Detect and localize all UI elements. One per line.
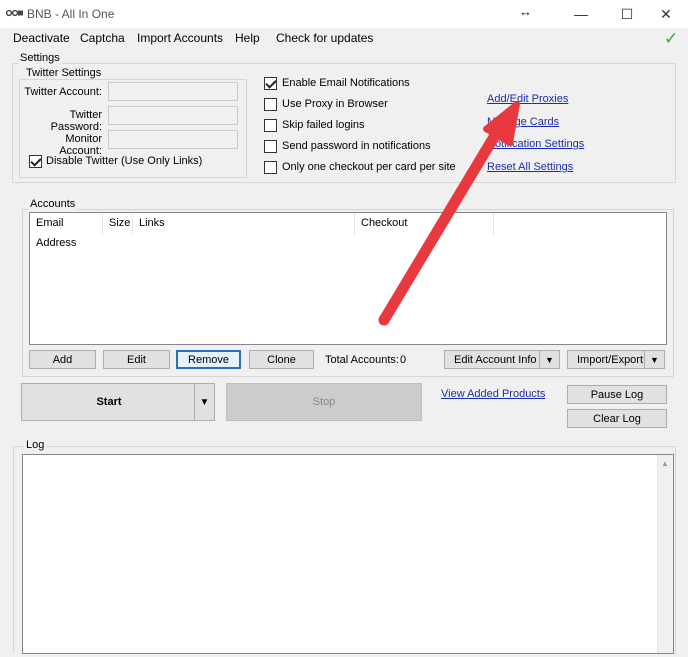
- skip-failed-logins-label: Skip failed logins: [282, 119, 365, 131]
- one-checkout-label: Only one checkout per card per site: [282, 161, 456, 173]
- settings-group-label: Settings: [18, 52, 62, 64]
- menu-import-accounts[interactable]: Import Accounts: [137, 31, 223, 45]
- menu-captcha[interactable]: Captcha: [80, 31, 125, 45]
- window-title: BNB - All In One: [27, 7, 115, 21]
- monitor-account-label: Monitor Account:: [59, 133, 102, 157]
- twitter-account-label: Twitter Account:: [24, 86, 102, 98]
- column-header-checkout[interactable]: Checkout: [355, 213, 494, 235]
- twitter-password-label: Twitter Password:: [50, 109, 102, 133]
- disable-twitter-label: Disable Twitter (Use Only Links): [46, 155, 203, 167]
- stop-button[interactable]: Stop: [226, 383, 422, 421]
- notification-settings-link[interactable]: Notification Settings: [487, 138, 584, 150]
- skip-failed-logins-checkbox[interactable]: [264, 119, 277, 132]
- log-scrollbar[interactable]: ▲: [657, 455, 673, 653]
- edit-account-info-label: Edit Account Info: [454, 353, 537, 366]
- enable-email-notifications-label: Enable Email Notifications: [282, 77, 410, 89]
- use-proxy-label: Use Proxy in Browser: [282, 98, 388, 110]
- column-header-size[interactable]: Size: [103, 213, 133, 235]
- manage-cards-link[interactable]: Manage Cards: [487, 116, 559, 128]
- menu-bar: Deactivate Captcha Import Accounts Help …: [0, 28, 688, 50]
- accounts-group-label: Accounts: [28, 198, 78, 210]
- view-added-products-link[interactable]: View Added Products: [441, 388, 545, 400]
- start-label: Start: [96, 396, 122, 408]
- total-accounts-count: 0: [400, 354, 407, 366]
- total-accounts-label: Total Accounts:: [325, 354, 399, 366]
- use-proxy-checkbox[interactable]: [264, 98, 277, 111]
- start-button[interactable]: Start ▼: [21, 383, 215, 421]
- minimize-button[interactable]: —: [558, 0, 604, 28]
- import-export-button[interactable]: Import/Export ▼: [567, 350, 665, 369]
- clone-account-button[interactable]: Clone: [249, 350, 314, 369]
- chevron-down-icon[interactable]: ▼: [194, 384, 214, 420]
- twitter-account-input[interactable]: [108, 82, 238, 101]
- add-edit-proxies-link[interactable]: Add/Edit Proxies: [487, 93, 568, 105]
- send-password-label: Send password in notifications: [282, 140, 431, 152]
- enable-email-notifications-checkbox[interactable]: [264, 77, 277, 90]
- chevron-down-icon[interactable]: ▼: [644, 351, 664, 368]
- edit-account-info-button[interactable]: Edit Account Info ▼: [444, 350, 560, 369]
- log-group-label: Log: [24, 439, 47, 451]
- accounts-list[interactable]: Email Address Size Links Checkout: [29, 212, 667, 345]
- import-export-label: Import/Export: [577, 353, 644, 366]
- scroll-up-icon[interactable]: ▲: [661, 459, 669, 468]
- app-logo-icon: [6, 9, 23, 17]
- close-button[interactable]: ✕: [644, 0, 688, 28]
- send-password-checkbox[interactable]: [264, 140, 277, 153]
- pause-log-button[interactable]: Pause Log: [567, 385, 667, 404]
- check-icon: ✓: [664, 29, 679, 48]
- chevron-down-icon[interactable]: ▼: [539, 351, 559, 368]
- twitter-password-input[interactable]: [108, 106, 238, 125]
- log-textarea[interactable]: ▲: [22, 454, 674, 654]
- disable-twitter-checkbox[interactable]: [29, 155, 42, 168]
- clear-log-button[interactable]: Clear Log: [567, 409, 667, 428]
- resize-cursor-icon: ↔: [519, 4, 532, 19]
- reset-all-settings-link[interactable]: Reset All Settings: [487, 161, 573, 173]
- monitor-account-input[interactable]: [108, 130, 238, 149]
- menu-check-for-updates[interactable]: Check for updates: [276, 31, 373, 45]
- add-account-button[interactable]: Add: [29, 350, 96, 369]
- menu-help[interactable]: Help: [235, 31, 260, 45]
- remove-account-button[interactable]: Remove: [176, 350, 241, 369]
- menu-deactivate[interactable]: Deactivate: [13, 31, 70, 45]
- column-header-email[interactable]: Email Address: [30, 213, 103, 249]
- edit-account-button[interactable]: Edit: [103, 350, 170, 369]
- twitter-settings-label: Twitter Settings: [24, 67, 104, 79]
- column-header-links[interactable]: Links: [133, 213, 355, 235]
- one-checkout-checkbox[interactable]: [264, 161, 277, 174]
